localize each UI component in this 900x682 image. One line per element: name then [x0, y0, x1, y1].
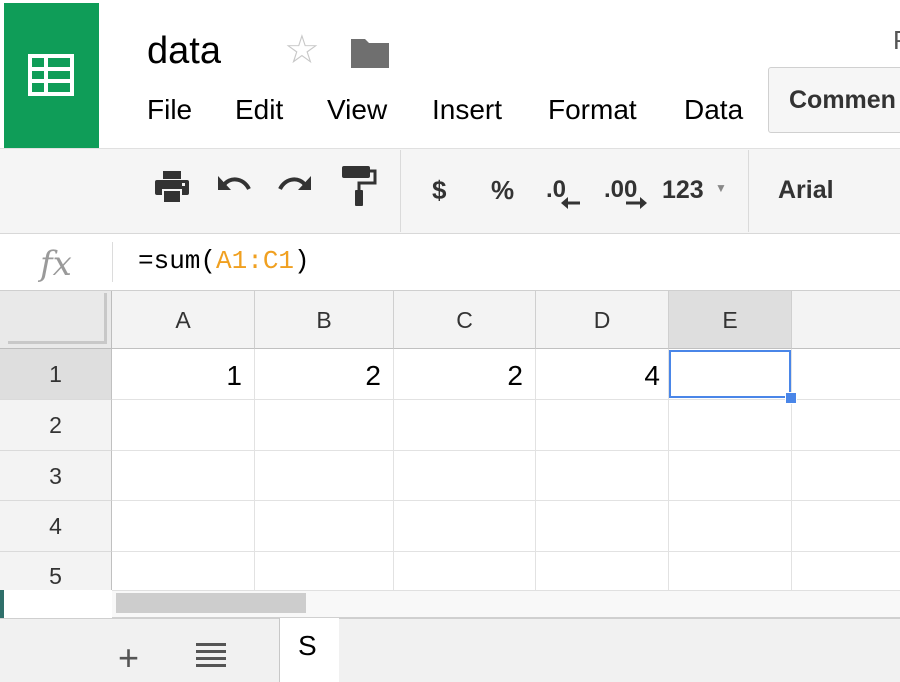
cell-b5[interactable] — [255, 552, 394, 590]
menu-edit[interactable]: Edit — [235, 93, 283, 127]
plus-icon: + — [118, 637, 140, 678]
arrow-left-icon — [561, 197, 580, 209]
formula-bar — [0, 234, 900, 291]
more-formats-button[interactable]: 123 ▼ — [662, 175, 730, 207]
fx-icon: fx — [40, 244, 72, 284]
cell-a1[interactable]: 1 — [112, 349, 255, 400]
selected-cell-outline — [669, 350, 791, 398]
cell-d3[interactable] — [536, 451, 669, 501]
row-header-3[interactable]: 3 — [0, 451, 112, 501]
formula-range-reference: A1:C1 — [216, 246, 295, 276]
horizontal-scrollbar-thumb[interactable] — [116, 593, 306, 613]
column-header-b[interactable]: B — [255, 291, 394, 349]
cell-b1[interactable]: 2 — [255, 349, 394, 400]
font-family-select[interactable]: Arial — [778, 175, 834, 205]
cell-a4[interactable] — [112, 501, 255, 552]
cell-b2[interactable] — [255, 400, 394, 451]
menu-view[interactable]: View — [327, 93, 387, 127]
column-header-e[interactable]: E — [669, 291, 792, 349]
cell-e2[interactable] — [669, 400, 792, 451]
menu-data[interactable]: Data — [684, 93, 743, 127]
list-icon — [196, 643, 226, 667]
arrow-right-icon — [626, 197, 647, 209]
more-formats-label: 123 — [662, 176, 704, 204]
cell-f1[interactable] — [792, 349, 900, 400]
document-title[interactable]: data — [147, 28, 221, 74]
currency-format-button[interactable]: $ — [432, 175, 446, 205]
redo-icon[interactable] — [276, 168, 314, 211]
cell-f2[interactable] — [792, 400, 900, 451]
cell-b3[interactable] — [255, 451, 394, 501]
folder-icon[interactable] — [350, 35, 390, 74]
percent-format-button[interactable]: % — [491, 175, 514, 205]
toolbar — [0, 148, 900, 234]
cell-a2[interactable] — [112, 400, 255, 451]
row-header-2[interactable]: 2 — [0, 400, 112, 451]
cell-e5[interactable] — [669, 552, 792, 590]
cell-d1[interactable]: 4 — [536, 349, 669, 400]
print-icon[interactable] — [153, 168, 191, 211]
cell-e4[interactable] — [669, 501, 792, 552]
formula-separator — [112, 242, 113, 282]
cell-c5[interactable] — [394, 552, 536, 590]
sheets-grid-icon — [28, 54, 74, 96]
column-header-d[interactable]: D — [536, 291, 669, 349]
share-button-partial[interactable]: P — [893, 25, 900, 55]
sheet-tab-label: S — [298, 630, 317, 661]
cell-e3[interactable] — [669, 451, 792, 501]
decrease-decimal-button[interactable]: .0 — [546, 172, 586, 214]
cell-d2[interactable] — [536, 400, 669, 451]
row-header-1[interactable]: 1 — [0, 349, 112, 400]
comments-button[interactable]: Commen — [768, 67, 900, 133]
cell-a3[interactable] — [112, 451, 255, 501]
formula-prefix: =sum( — [138, 246, 217, 276]
undo-icon[interactable] — [215, 168, 253, 211]
cell-c2[interactable] — [394, 400, 536, 451]
menu-format[interactable]: Format — [548, 93, 637, 127]
row-header-5[interactable]: 5 — [0, 552, 112, 590]
row-header-4[interactable]: 4 — [0, 501, 112, 552]
cell-c3[interactable] — [394, 451, 536, 501]
increase-decimal-button[interactable]: .00 — [604, 172, 650, 214]
all-sheets-button[interactable] — [195, 640, 227, 675]
menu-insert[interactable]: Insert — [432, 93, 502, 127]
select-all-corner[interactable] — [0, 291, 112, 349]
comments-label: Commen — [789, 86, 896, 114]
star-icon[interactable]: ☆ — [284, 28, 320, 72]
cell-d5[interactable] — [536, 552, 669, 590]
cell-f5[interactable] — [792, 552, 900, 590]
menu-file[interactable]: File — [147, 93, 192, 127]
chevron-down-icon: ▼ — [715, 181, 727, 195]
cell-c1[interactable]: 2 — [394, 349, 536, 400]
column-header-c[interactable]: C — [394, 291, 536, 349]
paint-format-icon[interactable] — [340, 164, 378, 213]
column-header-a[interactable]: A — [112, 291, 255, 349]
cell-a5[interactable] — [112, 552, 255, 590]
cell-f4[interactable] — [792, 501, 900, 552]
toolbar-separator — [400, 150, 401, 232]
column-header-f[interactable] — [792, 291, 900, 349]
sheets-logo[interactable] — [4, 3, 99, 148]
formula-input[interactable]: =sum(A1:C1) — [138, 245, 310, 277]
cell-f3[interactable] — [792, 451, 900, 501]
cell-b4[interactable] — [255, 501, 394, 552]
add-sheet-button[interactable]: + — [118, 638, 139, 678]
toolbar-separator — [748, 150, 749, 232]
sheet-tab[interactable]: S — [279, 618, 339, 682]
fill-handle[interactable] — [785, 392, 797, 404]
cell-c4[interactable] — [394, 501, 536, 552]
cell-d4[interactable] — [536, 501, 669, 552]
formula-suffix: ) — [294, 246, 310, 276]
